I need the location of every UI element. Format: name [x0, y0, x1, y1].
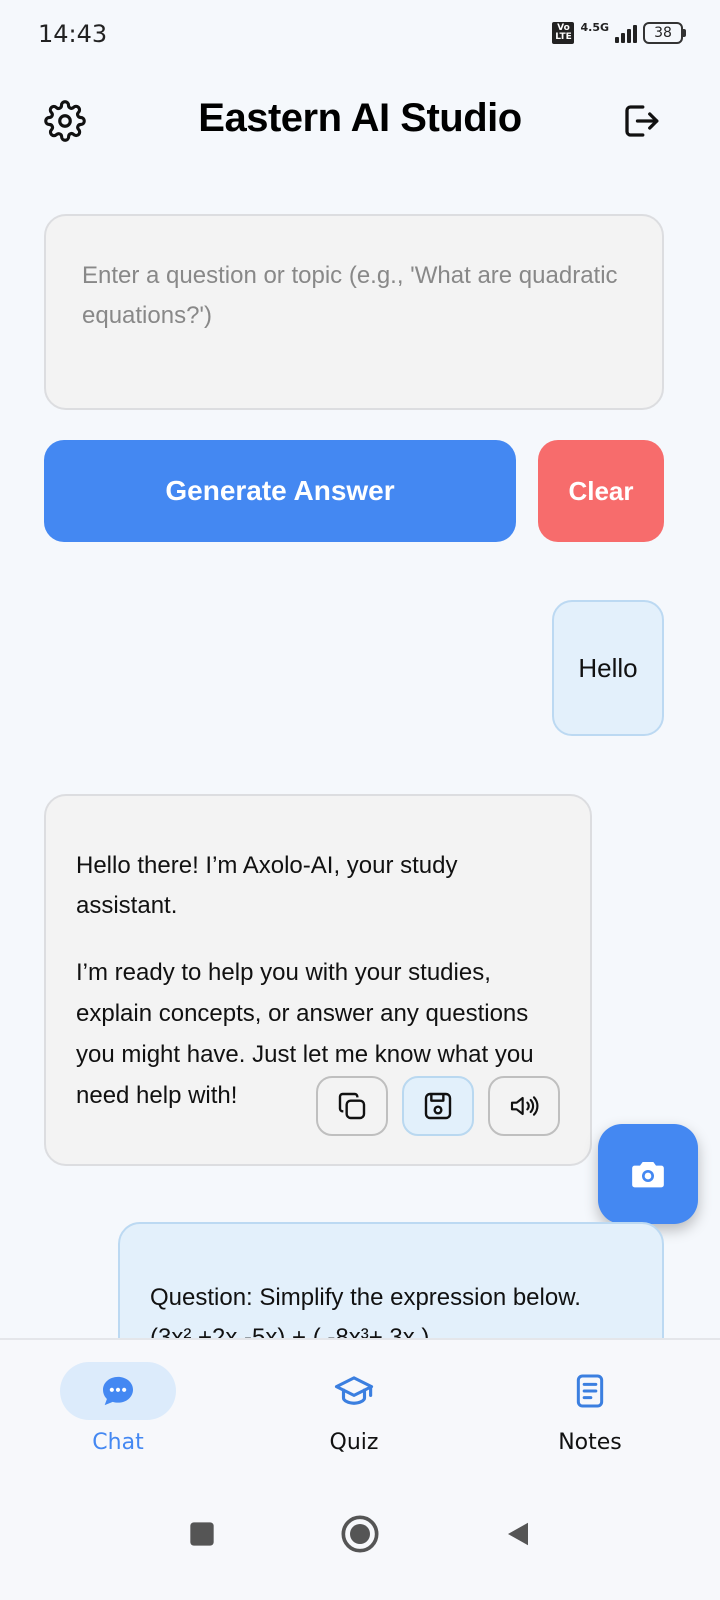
quiz-question-text: Question: Simplify the expression below.: [150, 1284, 581, 1311]
copy-button[interactable]: [316, 1076, 388, 1136]
status-bar: 14:43 Vo LTE 4.5G 38: [0, 0, 720, 68]
nav-label-quiz: Quiz: [329, 1430, 379, 1455]
status-icons: Vo LTE 4.5G 38: [552, 20, 686, 46]
nav-chat-indicator: [60, 1362, 176, 1420]
home-button[interactable]: [330, 1504, 390, 1564]
square-icon: [190, 1522, 214, 1546]
chat-icon: [103, 1376, 133, 1406]
logout-button[interactable]: [616, 96, 666, 146]
message-actions: [316, 1076, 560, 1136]
nav-label-chat: Chat: [92, 1430, 144, 1455]
ai-message-paragraph: Hello there! I’m Axolo-AI, your study as…: [76, 852, 458, 919]
ai-message-bubble: Hello there! I’m Axolo-AI, your study as…: [44, 794, 592, 1166]
circle-icon: [341, 1515, 379, 1553]
nav-item-quiz[interactable]: Quiz: [284, 1362, 424, 1455]
user-message-text: Hello: [578, 652, 638, 683]
camera-icon: [632, 1162, 664, 1188]
battery-icon: 38: [643, 22, 686, 44]
camera-button[interactable]: [598, 1124, 698, 1224]
save-button[interactable]: [402, 1076, 474, 1136]
save-icon: [424, 1092, 452, 1120]
generate-answer-button[interactable]: Generate Answer: [44, 440, 516, 542]
system-navigation-bar: [0, 1470, 720, 1600]
recents-button[interactable]: [172, 1504, 232, 1564]
copy-icon: [338, 1092, 366, 1120]
nav-quiz-indicator: [296, 1362, 412, 1420]
clear-button[interactable]: Clear: [538, 440, 664, 542]
network-type: 4.5G: [580, 20, 609, 34]
question-input[interactable]: [82, 256, 626, 368]
logout-icon: [625, 105, 659, 137]
bottom-navigation: Chat Quiz Notes: [0, 1338, 720, 1470]
speaker-icon: [510, 1096, 539, 1116]
volte-indicator: Vo LTE: [552, 22, 575, 44]
notes-icon: [576, 1374, 604, 1408]
app-header: Eastern AI Studio: [0, 90, 720, 156]
signal-icon: [615, 23, 637, 43]
speak-button[interactable]: [488, 1076, 560, 1136]
battery-level: 38: [643, 22, 683, 44]
nav-item-notes[interactable]: Notes: [520, 1362, 660, 1455]
back-button[interactable]: [488, 1504, 548, 1564]
nav-label-notes: Notes: [558, 1430, 622, 1455]
graduation-cap-icon: [334, 1376, 374, 1405]
user-message-bubble: Hello: [552, 600, 664, 736]
back-triangle-icon: [508, 1522, 528, 1546]
page-title: Eastern AI Studio: [198, 96, 522, 140]
nav-notes-indicator: [532, 1362, 648, 1420]
nav-item-chat[interactable]: Chat: [48, 1362, 188, 1455]
status-time: 14:43: [38, 20, 108, 48]
question-input-container[interactable]: [44, 214, 664, 410]
